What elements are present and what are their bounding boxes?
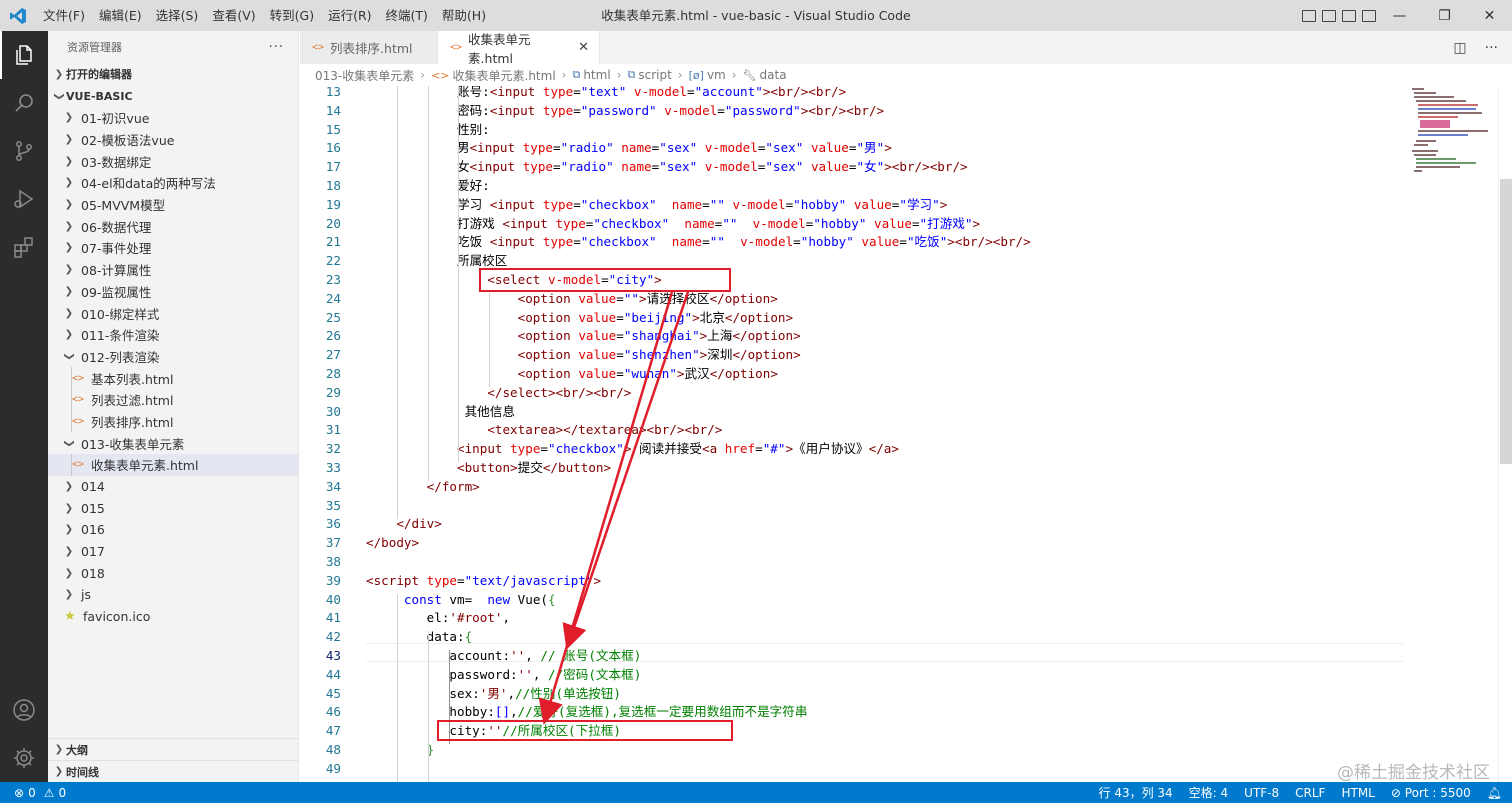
broadcast-icon: ⊘: [1390, 785, 1401, 800]
arrow-line: [538, 291, 674, 725]
status-bar: ⊗ 0 ⚠ 0 行 43，列 34 空格: 4 UTF-8 CRLF HTML …: [0, 782, 1512, 803]
indentation[interactable]: 空格: 4: [1189, 784, 1229, 801]
problems-indicator[interactable]: ⊗ 0 ⚠ 0: [0, 786, 66, 800]
port-label: Port : 5500: [1404, 785, 1471, 800]
warning-count: 0: [58, 785, 67, 800]
cursor-position[interactable]: 行 43，列 34: [1099, 784, 1173, 801]
encoding[interactable]: UTF-8: [1244, 786, 1279, 800]
live-server-port[interactable]: ⊘ Port : 5500: [1391, 786, 1471, 800]
annotation-arrows: [538, 291, 690, 725]
error-icon: ⊗: [14, 785, 25, 800]
error-count: 0: [28, 785, 36, 800]
scrollbar-thumb[interactable]: [1500, 179, 1512, 464]
vertical-scrollbar[interactable]: [1498, 86, 1512, 782]
minimap[interactable]: [1403, 86, 1498, 782]
notifications-bell-icon[interactable]: 🔔︎: [1487, 786, 1502, 800]
watermark: @稀土掘金技术社区: [1337, 763, 1490, 783]
end-of-line[interactable]: CRLF: [1295, 786, 1325, 800]
minimap-preview: [1412, 88, 1488, 172]
warning-icon: ⚠: [43, 785, 55, 800]
language-mode[interactable]: HTML: [1341, 786, 1374, 800]
arrow-line: [562, 291, 690, 650]
